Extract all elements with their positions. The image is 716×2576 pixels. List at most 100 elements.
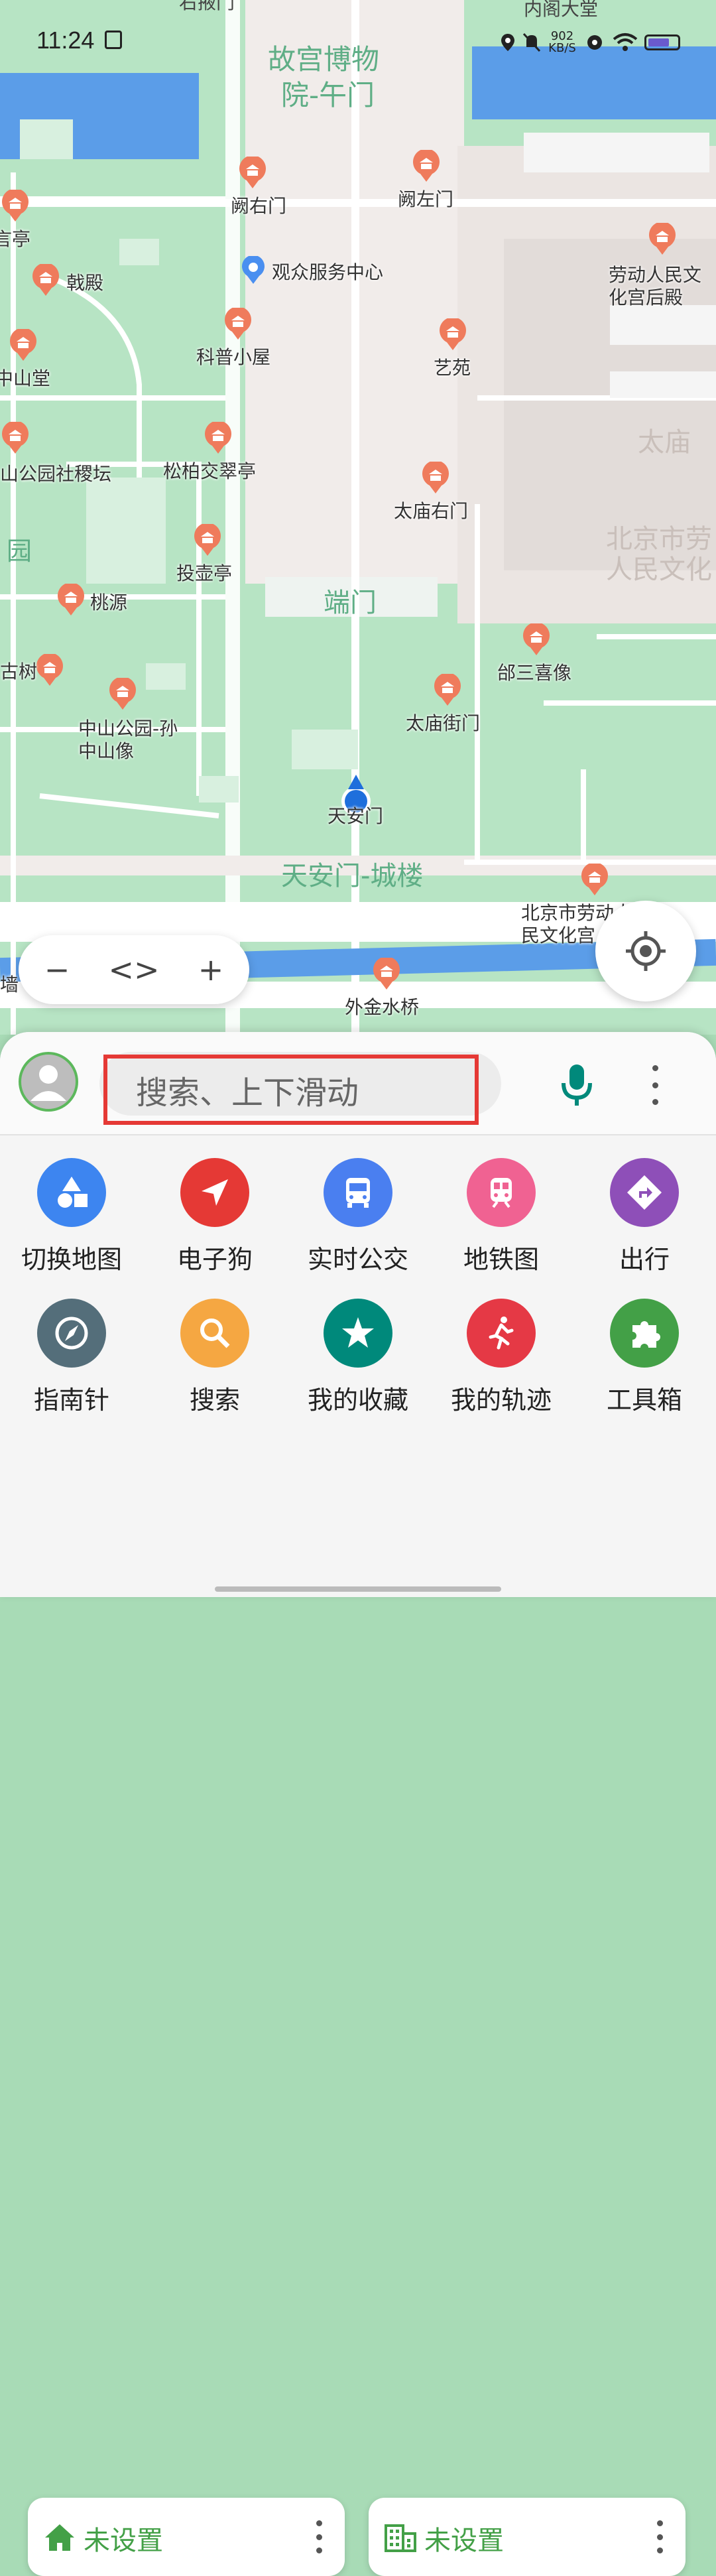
poi-shejitan-pin-icon[interactable]	[0, 422, 30, 455]
top-partial-label-left: 右掖门	[179, 0, 235, 13]
poi-outer-jinshui-bridge-label[interactable]: 外金水桥	[345, 996, 419, 1019]
quick-action-shapes-button[interactable]: 切换地图	[5, 1158, 138, 1275]
poi-outer-jinshui-bridge-pin-icon[interactable]	[371, 958, 402, 991]
poi-taoyuan-label[interactable]: 桃源	[90, 592, 127, 614]
search-icon	[180, 1299, 249, 1368]
map-view[interactable]: 故宫博物 院-午门 太庙 北京市劳 人民文化 端门 天安门-城楼 园 右掖门 内…	[0, 0, 716, 1035]
navigation-arrow-icon	[180, 1158, 249, 1227]
puzzle-icon	[610, 1299, 679, 1368]
runner-icon	[467, 1299, 536, 1368]
poi-kepu-hut-label[interactable]: 科普小屋	[196, 346, 270, 369]
quick-action-search-button[interactable]: 搜索	[149, 1299, 281, 1416]
quick-action-label: 实时公交	[307, 1245, 408, 1274]
poi-taimiao-street-gate-pin-icon[interactable]	[432, 674, 463, 707]
compass-icon	[37, 1299, 106, 1368]
building-icon	[385, 2524, 416, 2552]
home-more-icon[interactable]	[316, 2520, 322, 2553]
poi-songbai-pavilion-pin-icon[interactable]	[203, 422, 233, 455]
star-icon	[324, 1299, 392, 1368]
poi-visitor-center-label[interactable]: 观众服务中心	[272, 261, 383, 284]
poi-old-tree-label[interactable]: 古树	[0, 661, 37, 683]
poi-queyoumen-label[interactable]: 阙右门	[231, 195, 286, 218]
poi-jidian-pin-icon[interactable]	[30, 264, 61, 297]
area-label-taimiao: 太庙	[638, 427, 691, 458]
zoom-controls: − <> +	[19, 935, 249, 1004]
quick-action-label: 我的轨迹	[450, 1385, 552, 1415]
poi-shao-sanxi-statue-pin-icon[interactable]	[521, 623, 552, 657]
subway-icon	[467, 1158, 536, 1227]
search-highlight-box	[103, 1055, 479, 1125]
top-partial-label-right: 内阁大堂	[524, 0, 599, 20]
poi-labor-rear-hall-pin-icon[interactable]	[647, 223, 678, 256]
quick-action-label: 工具箱	[606, 1385, 682, 1415]
poi-labor-rear-hall-label[interactable]: 劳动人民文化宫后殿	[609, 264, 716, 309]
poi-yiyuan-pin-icon[interactable]	[438, 318, 468, 352]
poi-taimiao-right-gate-pin-icon[interactable]	[420, 462, 451, 495]
poi-shao-sanxi-statue-label[interactable]: 邰三喜像	[497, 662, 571, 684]
poi-taimiao-street-gate-label[interactable]: 太庙街门	[406, 712, 480, 735]
home-indicator[interactable]	[215, 1586, 501, 1592]
poi-jidian-label[interactable]: 戟殿	[66, 272, 103, 294]
poi-kepu-hut-pin-icon[interactable]	[223, 308, 253, 341]
quick-action-label: 电子狗	[176, 1245, 253, 1274]
quick-action-star-button[interactable]: 我的收藏	[292, 1299, 424, 1416]
poi-zhongshan-hall-pin-icon[interactable]	[8, 329, 38, 362]
quick-action-directions-button[interactable]: 出行	[578, 1158, 711, 1275]
poi-taoyuan-pin-icon[interactable]	[56, 584, 86, 617]
poi-labor-culture-palace-pin-icon[interactable]	[579, 864, 610, 897]
poi-quezuomen-label[interactable]: 阙左门	[398, 188, 453, 211]
poi-old-tree-pin-icon[interactable]	[34, 654, 65, 687]
home-icon	[45, 2524, 74, 2551]
work-more-icon[interactable]	[657, 2520, 663, 2553]
home-shortcut-label: 未设置	[84, 2526, 163, 2556]
poi-yanting-label[interactable]: 言亭	[0, 228, 30, 251]
poi-zhongshan-hall-label[interactable]: 中山堂	[0, 367, 50, 390]
more-options-icon[interactable]	[642, 1065, 668, 1105]
directions-icon	[610, 1158, 679, 1227]
shapes-icon	[37, 1158, 106, 1227]
work-shortcut-card[interactable]: 未设置	[369, 2498, 686, 2576]
bus-icon	[324, 1158, 392, 1227]
poi-yanting-pin-icon[interactable]	[0, 190, 30, 223]
area-label-yuan: 园	[7, 537, 32, 566]
area-label-tiananmen-tower: 天安门-城楼	[281, 861, 424, 891]
poi-tiananmen-label[interactable]: 天安门	[328, 805, 383, 828]
quick-action-label: 切换地图	[21, 1245, 122, 1274]
quick-action-label: 我的收藏	[307, 1385, 408, 1415]
poi-queyoumen-pin-icon[interactable]	[237, 157, 268, 190]
crosshair-icon	[626, 931, 666, 971]
poi-shejitan-label[interactable]: 山公园社稷坛	[0, 463, 111, 485]
locate-me-button[interactable]	[595, 901, 696, 1001]
user-avatar-icon	[30, 1065, 66, 1101]
bottom-sheet[interactable]: 搜索、上下滑动 切换地图 电子狗 实时公交 地铁图 出行指南针 搜索 我的收藏 我的轨迹 工具箱…	[0, 1032, 716, 2576]
code-toggle-button[interactable]: <>	[107, 952, 160, 988]
zoom-in-button[interactable]: +	[184, 952, 237, 988]
quick-action-navigation-arrow-button[interactable]: 电子狗	[149, 1158, 281, 1275]
quick-action-runner-button[interactable]: 我的轨迹	[435, 1299, 567, 1416]
quick-action-label: 搜索	[189, 1385, 240, 1415]
poi-touhu-pavilion-pin-icon[interactable]	[192, 524, 223, 557]
quick-action-compass-button[interactable]: 指南针	[5, 1299, 138, 1416]
poi-songbai-pavilion-label[interactable]: 松柏交翠亭	[163, 460, 256, 483]
poi-sun-zhongshan-statue-label[interactable]: 中山公园-孙中山像	[78, 718, 191, 763]
avatar[interactable]	[19, 1052, 78, 1112]
microphone-icon[interactable]	[557, 1062, 597, 1108]
work-shortcut-label: 未设置	[424, 2526, 504, 2556]
area-label-duanmen: 端门	[324, 588, 377, 618]
quick-action-puzzle-button[interactable]: 工具箱	[578, 1299, 711, 1416]
poi-yiyuan-label[interactable]: 艺苑	[434, 357, 471, 379]
quick-action-label: 地铁图	[463, 1245, 539, 1274]
poi-wall-label[interactable]: 墙	[0, 974, 19, 996]
poi-sun-zhongshan-statue-pin-icon[interactable]	[107, 678, 138, 711]
poi-visitor-center-pin-icon[interactable]	[240, 256, 267, 285]
area-label-bj-labor-2: 人民文化	[606, 554, 712, 585]
quick-action-subway-button[interactable]: 地铁图	[435, 1158, 567, 1275]
poi-quezuomen-pin-icon[interactable]	[411, 150, 442, 183]
poi-taimiao-right-gate-label[interactable]: 太庙右门	[394, 500, 468, 523]
quick-action-bus-button[interactable]: 实时公交	[292, 1158, 424, 1275]
poi-touhu-pavilion-label[interactable]: 投壶亭	[176, 562, 232, 585]
search-bar: 搜索、上下滑动	[0, 1032, 716, 1135]
zoom-out-button[interactable]: −	[30, 952, 84, 988]
moat-right	[472, 46, 716, 119]
home-shortcut-card[interactable]: 未设置	[28, 2498, 345, 2576]
